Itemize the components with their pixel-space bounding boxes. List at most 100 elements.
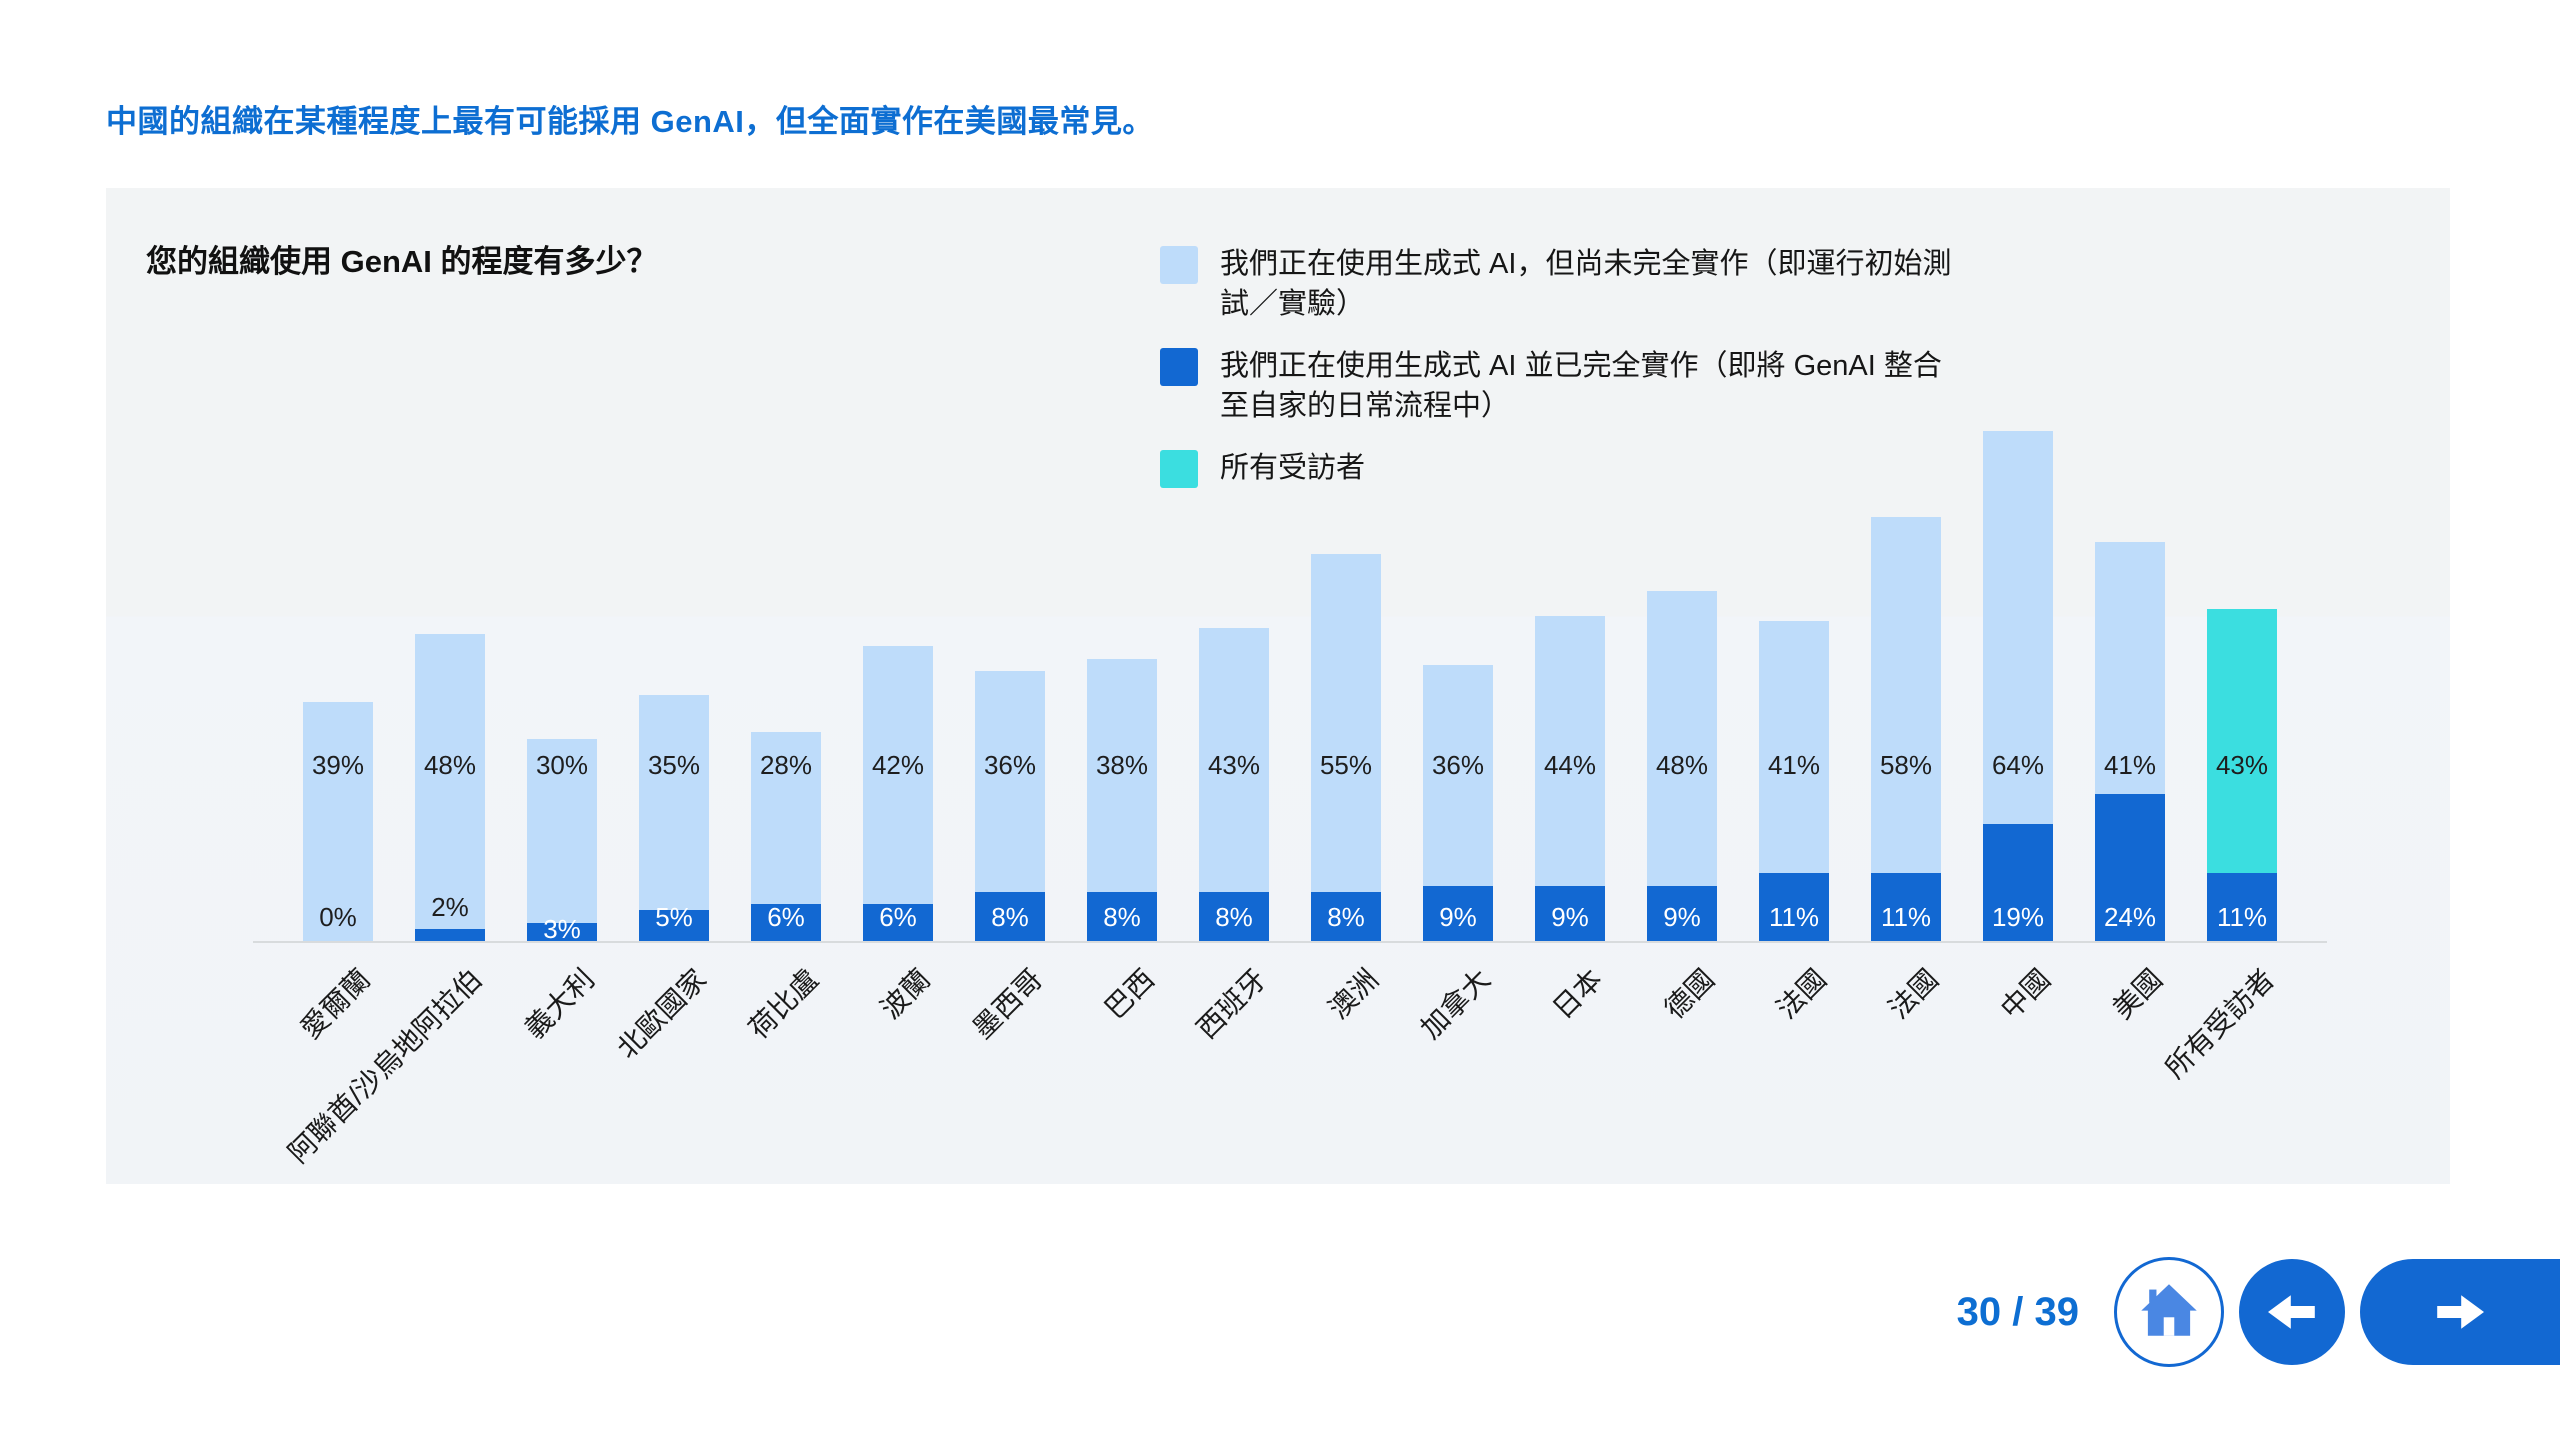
bar-value-partial-label: 64% bbox=[1962, 750, 2074, 781]
bar-segment-partial bbox=[975, 671, 1045, 892]
bar-value-partial-label: 55% bbox=[1290, 750, 1402, 781]
stacked-bar bbox=[1199, 628, 1269, 941]
bar-column: 30%3%義大利 bbox=[506, 431, 618, 941]
bar-value-full-label: 6% bbox=[842, 902, 954, 933]
bar-value-partial-label: 36% bbox=[1402, 750, 1514, 781]
legend-swatch-light-blue bbox=[1160, 246, 1198, 284]
page-number: 30 / 39 bbox=[1957, 1290, 2079, 1335]
category-label: 法國 bbox=[1878, 959, 1946, 1027]
stacked-bar bbox=[1311, 554, 1381, 941]
legend-swatch-dark-blue bbox=[1160, 348, 1198, 386]
bar-value-full-label: 2% bbox=[394, 892, 506, 923]
chart-question: 您的組織使用 GenAI 的程度有多少？ bbox=[146, 236, 658, 281]
legend-item-full: 我們正在使用生成式 AI 並已完全實作（即將 GenAI 整合至自家的日常流程中… bbox=[1160, 346, 1960, 426]
category-label: 愛爾蘭 bbox=[291, 959, 379, 1047]
page-title: 中國的組織在某種程度上最有可能採用 GenAI，但全面實作在美國最常見。 bbox=[106, 96, 1154, 141]
bar-value-full-label: 11% bbox=[2186, 902, 2298, 933]
bar-value-full-label: 19% bbox=[1962, 902, 2074, 933]
bar-value-partial-label: 42% bbox=[842, 750, 954, 781]
bar-column: 36%9%加拿大 bbox=[1402, 431, 1514, 941]
bar-segment-all-respondents bbox=[2207, 609, 2277, 873]
stacked-bar bbox=[1871, 517, 1941, 941]
bar-segment-partial bbox=[1647, 591, 1717, 886]
bar-value-full-label: 9% bbox=[1626, 902, 1738, 933]
category-label: 法國 bbox=[1766, 959, 1834, 1027]
bar-column: 36%8%墨西哥 bbox=[954, 431, 1066, 941]
bar-column: 55%8%澳洲 bbox=[1290, 431, 1402, 941]
bar-value-partial-label: 38% bbox=[1066, 750, 1178, 781]
legend-label: 我們正在使用生成式 AI 並已完全實作（即將 GenAI 整合至自家的日常流程中… bbox=[1220, 346, 1960, 426]
bar-value-partial-label: 36% bbox=[954, 750, 1066, 781]
bar-column: 35%5%北歐國家 bbox=[618, 431, 730, 941]
stacked-bar bbox=[1759, 621, 1829, 941]
bar-value-partial-label: 30% bbox=[506, 750, 618, 781]
bar-value-full-label: 5% bbox=[618, 902, 730, 933]
bar-value-full-label: 11% bbox=[1850, 902, 1962, 933]
category-label: 中國 bbox=[1990, 959, 2058, 1027]
stacked-bar bbox=[1423, 665, 1493, 941]
slide-page: 中國的組織在某種程度上最有可能採用 GenAI，但全面實作在美國最常見。 您的組… bbox=[0, 0, 2560, 1440]
back-button[interactable] bbox=[2239, 1259, 2345, 1365]
bar-value-full-label: 8% bbox=[954, 902, 1066, 933]
bar-value-full-label: 6% bbox=[730, 902, 842, 933]
category-label: 荷比盧 bbox=[739, 959, 827, 1047]
bar-value-partial-label: 43% bbox=[1178, 750, 1290, 781]
category-label: 阿聯酋/沙烏地阿拉伯 bbox=[278, 959, 490, 1171]
category-label: 北歐國家 bbox=[607, 959, 714, 1066]
bar-column: 44%9%日本 bbox=[1514, 431, 1626, 941]
stacked-bar bbox=[975, 671, 1045, 941]
category-label: 波蘭 bbox=[870, 959, 938, 1027]
arrow-right-icon bbox=[2430, 1282, 2490, 1342]
bar-value-partial-label: 48% bbox=[1626, 750, 1738, 781]
bar-column: 48%9%德國 bbox=[1626, 431, 1738, 941]
forward-button[interactable] bbox=[2360, 1259, 2560, 1365]
bar-value-full-label: 9% bbox=[1402, 902, 1514, 933]
bar-value-full-label: 24% bbox=[2074, 902, 2186, 933]
category-label: 所有受訪者 bbox=[2155, 959, 2282, 1086]
bar-column: 42%6%波蘭 bbox=[842, 431, 954, 941]
chart-panel: 您的組織使用 GenAI 的程度有多少？ 我們正在使用生成式 AI，但尚未完全實… bbox=[106, 188, 2450, 1184]
bar-value-full-label: 11% bbox=[1738, 902, 1850, 933]
bar-column: 43%8%西班牙 bbox=[1178, 431, 1290, 941]
bar-value-partial-label: 43% bbox=[2186, 750, 2298, 781]
bar-value-full-label: 9% bbox=[1514, 902, 1626, 933]
category-label: 西班牙 bbox=[1187, 959, 1275, 1047]
bar-segment-partial bbox=[1311, 554, 1381, 892]
bar-value-full-label: 8% bbox=[1178, 902, 1290, 933]
bar-value-partial-label: 39% bbox=[282, 750, 394, 781]
bar-value-partial-label: 35% bbox=[618, 750, 730, 781]
legend-label: 我們正在使用生成式 AI，但尚未完全實作（即運行初始測試／實驗） bbox=[1220, 244, 1960, 324]
bar-column: 38%8%巴西 bbox=[1066, 431, 1178, 941]
stacked-bar bbox=[1983, 431, 2053, 941]
x-axis-line bbox=[253, 941, 2327, 943]
bar-value-partial-label: 44% bbox=[1514, 750, 1626, 781]
stacked-bar bbox=[1087, 659, 1157, 941]
bar-segment-partial bbox=[1871, 517, 1941, 873]
category-label: 墨西哥 bbox=[963, 959, 1051, 1047]
bar-column: 64%19%中國 bbox=[1962, 431, 2074, 941]
bar-column: 28%6%荷比盧 bbox=[730, 431, 842, 941]
bar-column: 43%11%所有受訪者 bbox=[2186, 431, 2298, 941]
category-label: 澳洲 bbox=[1318, 959, 1386, 1027]
bar-value-partial-label: 41% bbox=[1738, 750, 1850, 781]
category-label: 德國 bbox=[1654, 959, 1722, 1027]
category-label: 加拿大 bbox=[1411, 959, 1499, 1047]
bar-value-partial-label: 28% bbox=[730, 750, 842, 781]
bar-column: 39%0%愛爾蘭 bbox=[282, 431, 394, 941]
bar-column: 58%11%法國 bbox=[1850, 431, 1962, 941]
stacked-bar bbox=[2095, 542, 2165, 941]
arrow-left-icon bbox=[2262, 1282, 2322, 1342]
bar-value-partial-label: 58% bbox=[1850, 750, 1962, 781]
bar-segment-partial bbox=[1759, 621, 1829, 873]
stacked-bar bbox=[863, 646, 933, 941]
category-label: 美國 bbox=[2102, 959, 2170, 1027]
bar-value-partial-label: 48% bbox=[394, 750, 506, 781]
bar-segment-full bbox=[415, 929, 485, 941]
bar-segment-partial bbox=[639, 695, 709, 910]
category-label: 巴西 bbox=[1094, 959, 1162, 1027]
bar-value-full-label: 0% bbox=[282, 902, 394, 933]
bar-value-full-label: 8% bbox=[1290, 902, 1402, 933]
home-button[interactable] bbox=[2114, 1257, 2224, 1367]
category-label: 日本 bbox=[1542, 959, 1610, 1027]
chart-plot: 39%0%愛爾蘭48%2%阿聯酋/沙烏地阿拉伯30%3%義大利35%5%北歐國家… bbox=[253, 431, 2327, 941]
